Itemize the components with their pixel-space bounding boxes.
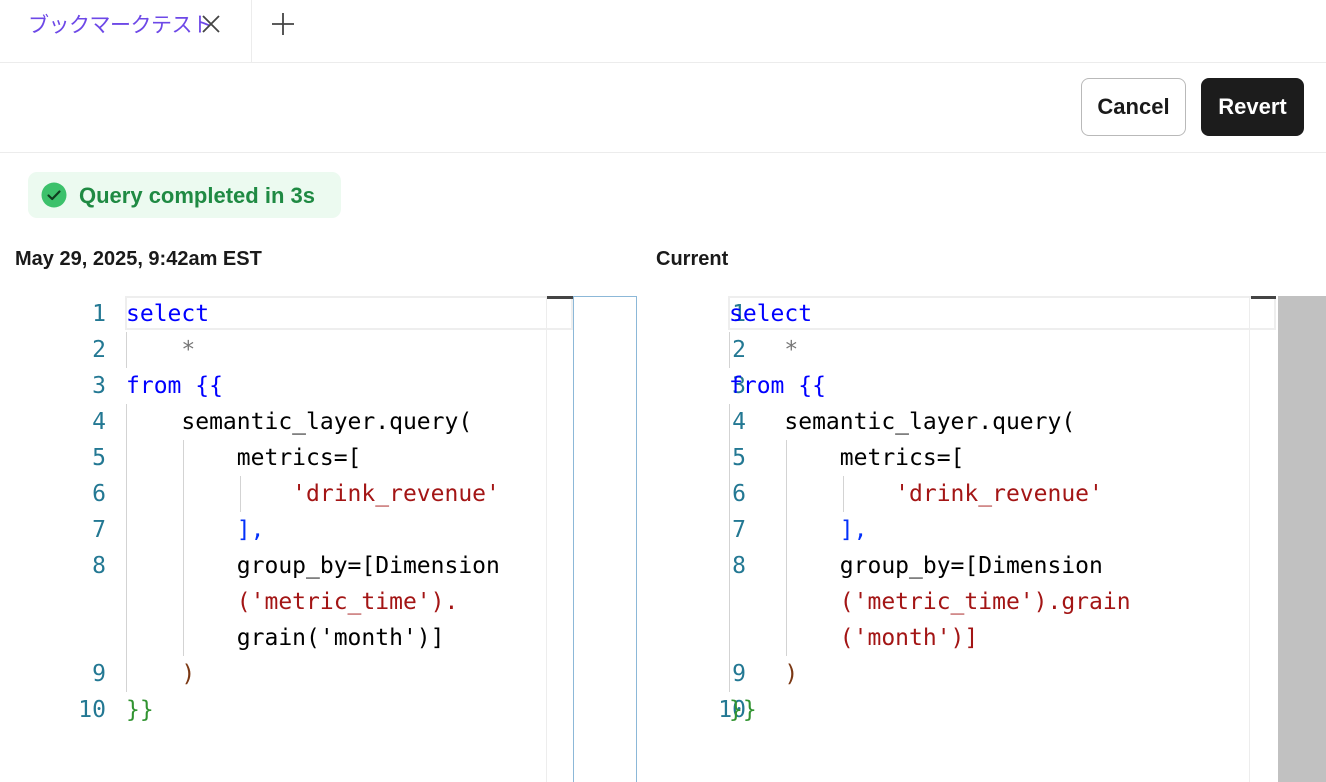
check-circle-icon [41, 182, 67, 208]
status-text: Query completed in 3s [79, 183, 315, 208]
line-number: 7 [92, 517, 106, 543]
overview-ruler-marker [1251, 296, 1276, 299]
code-line: select [126, 301, 210, 327]
revert-button[interactable]: Revert [1201, 78, 1304, 136]
editor-ruler [1249, 296, 1250, 782]
close-icon[interactable] [199, 12, 223, 36]
vertical-scrollbar[interactable] [1278, 296, 1326, 782]
diff-overview-ruler[interactable] [573, 296, 637, 782]
action-bar: Cancel Revert [0, 63, 1326, 153]
code-line: ) [729, 661, 799, 687]
left-code-editor[interactable]: 1 2 3 4 5 6 7 8 9 10 select * from {{ se… [0, 296, 573, 782]
code-line: semantic_layer.query( [126, 409, 473, 435]
code-line: ], [729, 517, 868, 543]
code-line: semantic_layer.query( [729, 409, 1076, 435]
line-number: 4 [92, 409, 106, 435]
code-line: ('metric_time').grain [729, 589, 1131, 615]
line-number: 9 [92, 661, 106, 687]
line-number: 2 [92, 337, 106, 363]
code-line: ], [126, 517, 265, 543]
line-number: 3 [92, 373, 106, 399]
line-number: 5 [92, 445, 106, 471]
code-line: 'drink_revenue' [126, 481, 500, 507]
right-pane-label: Current [656, 248, 729, 270]
code-line: ) [126, 661, 196, 687]
code-line: }} [126, 697, 154, 723]
code-line: group_by=[Dimension [126, 553, 500, 579]
code-line: }} [729, 697, 757, 723]
code-line: ('metric_time'). [126, 589, 459, 615]
code-line: metrics=[ [126, 445, 362, 471]
editor-ruler [546, 296, 547, 782]
line-number: 8 [92, 553, 106, 579]
status-badge: Query completed in 3s [28, 172, 341, 218]
code-line: from {{ [729, 373, 826, 399]
line-number: 10 [78, 697, 106, 723]
code-line: group_by=[Dimension [729, 553, 1103, 579]
code-line: 'drink_revenue' [729, 481, 1103, 507]
tab-label[interactable]: ブックマークテスト [28, 12, 213, 40]
left-pane-label: May 29, 2025, 9:42am EST [15, 248, 262, 270]
cancel-button[interactable]: Cancel [1081, 78, 1186, 136]
code-line: from {{ [126, 373, 223, 399]
right-code-editor[interactable]: 1 2 3 4 5 6 7 8 9 10 select * from {{ se… [638, 296, 1278, 782]
plus-icon[interactable] [270, 11, 296, 37]
code-line: ('month')] [729, 625, 979, 651]
line-number: 1 [92, 301, 106, 327]
code-line: * [729, 337, 799, 363]
code-line: select [729, 301, 813, 327]
line-number: 6 [92, 481, 106, 507]
tab-bookmark-test[interactable]: ブックマークテスト [0, 0, 252, 62]
overview-ruler-marker [547, 296, 573, 299]
code-line: grain('month')] [126, 625, 445, 651]
code-line: * [126, 337, 196, 363]
tab-bar: ブックマークテスト [0, 0, 1326, 63]
code-line: metrics=[ [729, 445, 965, 471]
